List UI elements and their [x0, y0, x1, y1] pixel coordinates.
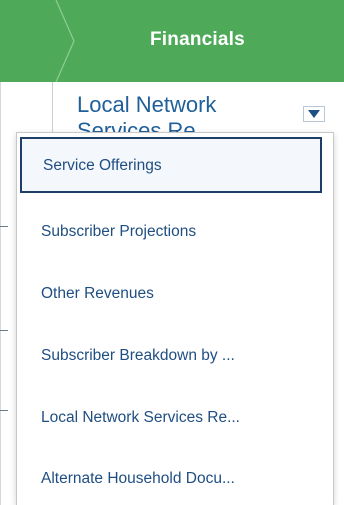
step-header: Financials — [0, 0, 344, 82]
left-tick-mark — [0, 330, 8, 331]
section-dropdown-list: Service Offerings Subscriber Projections… — [16, 132, 334, 505]
dropdown-item-subscriber-breakdown[interactable]: Subscriber Breakdown by ... — [17, 324, 333, 388]
dropdown-item-other-revenues[interactable]: Other Revenues — [17, 262, 333, 326]
dropdown-item-service-offerings[interactable]: Service Offerings — [20, 137, 322, 193]
dropdown-item-alternate-household[interactable]: Alternate Household Docu... — [17, 447, 333, 505]
step-title[interactable]: Financials — [150, 29, 245, 51]
left-tick-mark — [0, 226, 8, 227]
left-tick-mark — [0, 410, 8, 411]
dropdown-item-subscriber-projections[interactable]: Subscriber Projections — [17, 200, 333, 264]
step-chevron-icon — [55, 0, 75, 82]
dropdown-item-local-network-services[interactable]: Local Network Services Re... — [17, 386, 333, 450]
app-frame: Financials Local Network Services Re Ser… — [0, 0, 344, 505]
chevron-down-icon[interactable] — [303, 106, 325, 122]
left-divider — [0, 82, 1, 505]
